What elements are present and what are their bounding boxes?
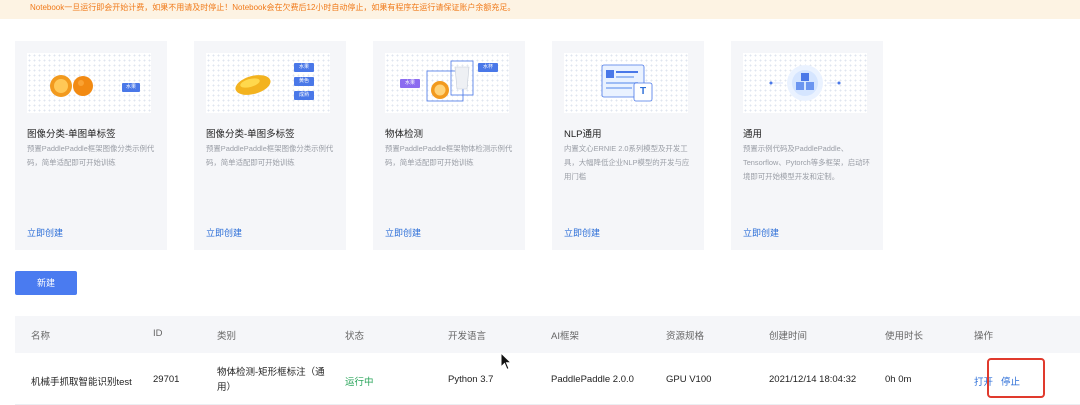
card-title: 物体检测 [385,129,424,140]
cell-language: Python 3.7 [448,374,494,385]
cell-name: 机械手抓取智能识别test [31,377,132,388]
status-badge: 运行中 [345,377,374,388]
tag-label: 水果 [122,83,140,92]
create-now-link[interactable]: 立即创建 [385,226,421,239]
header-actions: 操作 [974,331,994,342]
card-description: 内置文心ERNIE 2.0系列模型及开发工具，大幅降低企业NLP模型的开发与应用… [564,144,690,181]
cell-resource: GPU V100 [666,374,712,385]
template-card-image-multi-label[interactable]: 水果 黄色 成熟 图像分类-单图多标签 预置PaddlePaddle框架图像分类… [194,41,346,250]
template-card-image-single-label[interactable]: 水果 图像分类-单图单标签 预置PaddlePaddle框架图像分类示例代码，简… [15,41,167,250]
new-notebook-button[interactable]: 新建 [15,271,77,295]
header-name: 名称 [31,331,51,342]
card-thumbnail [743,53,867,113]
card-title: 图像分类-单图多标签 [206,129,295,140]
cell-id: 29701 [153,374,180,385]
tag-label: 黄色 [294,77,314,86]
header-created: 创建时间 [769,331,808,342]
card-thumbnail: 水果 黄色 成熟 [206,53,330,113]
card-description: 预置PaddlePaddle框架图像分类示例代码，简单适配即可开始训练 [27,144,155,167]
card-title: 图像分类-单图单标签 [27,129,116,140]
cubes-icon [769,65,841,101]
card-description: 预置示例代码及PaddlePaddle、Tensorflow、Pytorch等多… [743,144,870,181]
header-duration: 使用时长 [885,331,924,342]
template-card-nlp[interactable]: T NLP通用 内置文心ERNIE 2.0系列模型及开发工具，大幅降低企业NLP… [552,41,704,250]
create-now-link[interactable]: 立即创建 [27,226,63,239]
card-description: 预置PaddlePaddle框架物体检测示例代码，简单适配即可开始训练 [385,144,513,167]
create-now-link[interactable]: 立即创建 [564,226,600,239]
mouse-cursor-icon [500,352,513,371]
header-framework: AI框架 [551,331,579,342]
stop-highlight-box [987,358,1045,398]
cell-category: 物体检测-矩形框标注（通用） [217,367,325,393]
card-thumbnail: 水果 [27,53,151,113]
template-card-general[interactable]: 通用 预置示例代码及PaddlePaddle、Tensorflow、Pytorc… [731,41,883,250]
create-now-link[interactable]: 立即创建 [743,226,779,239]
card-description: 预置PaddlePaddle框架图像分类示例代码，简单适配即可开始训练 [206,144,334,167]
cell-framework: PaddlePaddle 2.0.0 [551,374,634,385]
billing-notice: Notebook一旦运行即会开始计费，如果不用请及时停止！Notebook会在欠… [0,0,1080,19]
card-thumbnail: 水果 水杯 [385,53,509,113]
tag-label: 水果 [294,63,314,72]
create-now-link[interactable]: 立即创建 [206,226,242,239]
cell-duration: 0h 0m [885,374,912,385]
cell-created: 2021/12/14 18:04:32 [769,374,857,385]
card-title: 通用 [743,129,763,140]
text-icon: T [639,86,647,97]
table-header: 名称 ID 类别 状态 开发语言 AI框架 资源规格 创建时间 使用时长 操作 [15,316,1080,353]
tag-label: 成熟 [294,91,314,100]
template-card-object-detection[interactable]: 水果 水杯 物体检测 预置PaddlePaddle框架物体检测示例代码，简单适配… [373,41,525,250]
card-thumbnail: T [564,53,688,113]
tag-label: 水果 [400,79,420,88]
header-category: 类别 [217,331,237,342]
tag-label: 水杯 [478,63,498,72]
header-status: 状态 [345,331,365,342]
header-language: 开发语言 [448,331,487,342]
header-resource: 资源规格 [666,331,705,342]
table-row: 机械手抓取智能识别test 29701 物体检测-矩形框标注（通用） 运行中 P… [15,353,1080,405]
header-id: ID [153,328,163,339]
document-icon [601,64,653,102]
card-title: NLP通用 [564,129,602,140]
